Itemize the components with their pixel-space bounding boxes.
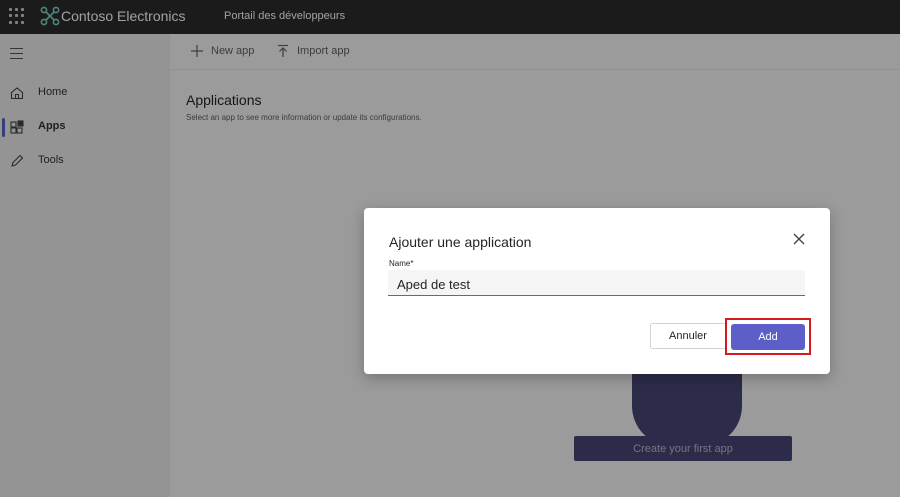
cancel-button[interactable]: Annuler	[650, 323, 726, 349]
dialog-title: Ajouter une application	[389, 234, 532, 250]
name-field-label: Name*	[389, 259, 414, 268]
add-app-dialog: Ajouter une application Name* Annuler Ad…	[364, 208, 830, 374]
close-icon[interactable]	[792, 232, 806, 246]
add-button-highlight	[725, 318, 811, 355]
app-name-input[interactable]	[388, 270, 805, 296]
